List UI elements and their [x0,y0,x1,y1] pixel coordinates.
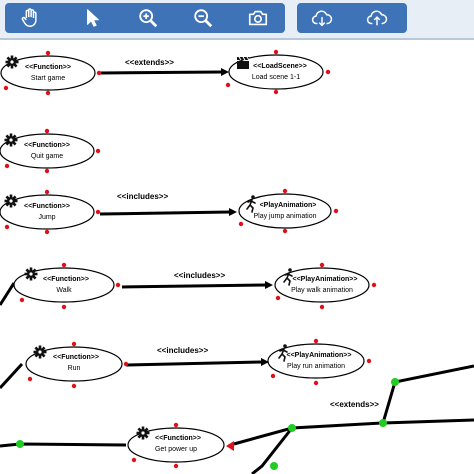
stereotype-label: <<Function>> [155,435,201,442]
zoom-out-icon [194,9,213,28]
use-case-label: Play walk animation [291,287,353,294]
select-tool[interactable] [78,3,108,33]
selection-handles[interactable] [3,49,377,469]
label-extends-2: <<extends>> [330,400,379,409]
gear-icon [24,267,38,281]
camera-icon [248,10,268,26]
diagram-canvas[interactable]: <<extends>> <<includes>> <<includes>> <<… [0,40,474,474]
stereotype-label: <<Function>> [53,354,99,361]
use-case-walk[interactable]: <<Function>> Walk [13,267,115,303]
use-case-label: Get power up [155,446,197,453]
label-includes-2: <<includes>> [174,271,225,280]
use-case-label: Play run animation [287,363,345,370]
relation-includes-jump[interactable] [99,208,237,216]
use-case-play-run-animation[interactable]: <<PlayAnimation>> Play run animation [267,343,365,379]
relation-extends-start-load[interactable] [99,68,229,76]
use-case-label: Play jump animation [253,213,316,220]
stereotype-label: <<PlayAnimation>> [293,276,358,283]
relation-includes-run[interactable] [125,358,269,367]
zoom-in-icon [139,9,158,28]
tool-group-file [297,3,407,33]
cloud-upload-icon [366,10,388,26]
use-case-jump[interactable]: <<Function>> Jump [0,194,95,230]
gear-icon [33,345,47,359]
zoom-out-tool[interactable] [188,3,218,33]
hand-icon [21,8,37,27]
use-case-get-power-up[interactable]: <<Function>> Get power up [127,426,225,463]
relation-includes-walk[interactable] [121,281,273,289]
stereotype-label: <<Function>> [24,203,70,210]
gear-icon [4,133,18,147]
use-case-label: Run [68,365,81,372]
connector-left-walk[interactable] [0,282,16,306]
use-case-label: Load scene 1-1 [252,74,300,81]
label-includes-3: <<includes>> [157,346,208,355]
pan-tool[interactable] [15,3,45,33]
relation-extends-power-up[interactable] [226,364,474,474]
tool-group-navigation [5,3,285,33]
stereotype-label: <<PlayAnimation>> [287,352,352,359]
use-case-start-game[interactable]: <<Function>> Start game [0,55,96,91]
stereotype-label: <PlayAnimation> [260,202,317,209]
use-case-label: Walk [56,287,72,294]
use-case-quit-game[interactable]: <<Function>> Quit game [0,133,95,169]
snapshot-tool[interactable] [243,3,273,33]
label-extends-1: <<extends>> [125,58,174,67]
use-case-run[interactable]: <<Function>> Run [25,345,123,382]
upload-tool[interactable] [362,3,392,33]
label-includes-1: <<includes>> [117,192,168,201]
use-case-diagram: <<extends>> <<includes>> <<includes>> <<… [0,49,474,474]
cloud-download-icon [311,10,333,27]
use-case-label: Jump [38,214,55,221]
clapper-icon [236,56,250,70]
use-case-label: Start game [31,75,65,82]
pointer-icon [87,9,99,27]
stereotype-label: <<LoadScene>> [253,63,307,70]
gear-icon [136,426,150,440]
use-case-play-walk-animation[interactable]: <<PlayAnimation>> Play walk animation [274,267,370,303]
zoom-in-tool[interactable] [133,3,163,33]
connector-left-run[interactable] [0,362,24,390]
use-case-load-scene[interactable]: <<LoadScene>> Load scene 1-1 [228,54,324,90]
toolbar [0,0,474,40]
gear-icon [4,194,18,208]
stereotype-label: <<Function>> [25,64,71,71]
use-case-play-jump-animation[interactable]: <PlayAnimation> Play jump animation [238,193,332,229]
download-tool[interactable] [307,3,337,33]
stereotype-label: <<Function>> [24,142,70,149]
gear-icon [5,55,19,69]
use-case-label: Quit game [31,153,63,160]
stereotype-label: <<Function>> [43,276,89,283]
